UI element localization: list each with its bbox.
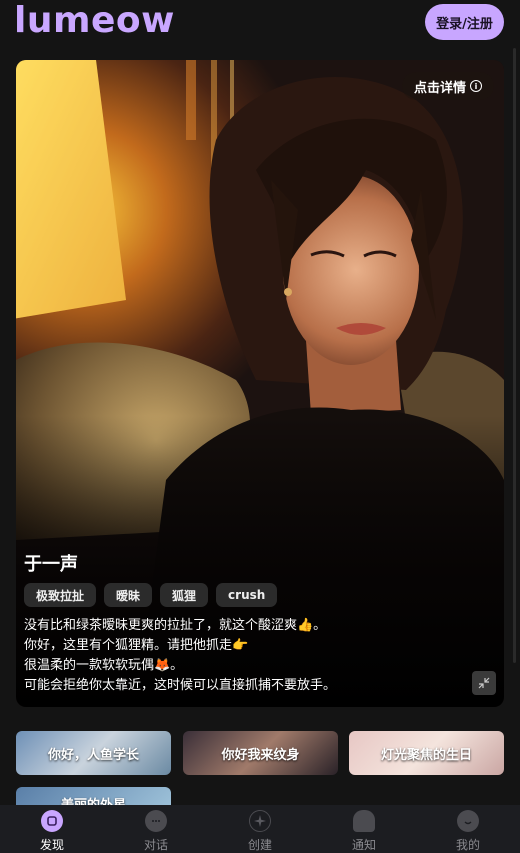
nav-label: 我的 (455, 838, 480, 852)
character-card[interactable]: 点击详情 i 于一声 极致拉扯 暧昧 狐狸 crush 没有比和绿茶暧昧更爽的拉… (16, 60, 504, 707)
login-register-button[interactable]: 登录/注册 (425, 4, 504, 40)
collapse-icon (478, 677, 490, 689)
create-icon (249, 810, 271, 832)
header: lumeow 登录/注册 (0, 0, 520, 48)
nav-label: 创建 (247, 838, 272, 852)
tag[interactable]: 狐狸 (160, 583, 209, 607)
recommendation-card[interactable]: 你好，人鱼学长 (16, 731, 171, 775)
app-logo[interactable]: lumeow (14, 0, 175, 41)
recommendation-title: 美丽的外星 (61, 794, 126, 805)
tag[interactable]: 极致拉扯 (24, 583, 97, 607)
nav-label: 通知 (351, 838, 376, 852)
collapse-button[interactable] (472, 671, 496, 695)
nav-label: 发现 (39, 838, 64, 852)
recommendation-card[interactable]: 你好我来纹身 (183, 731, 338, 775)
recommendation-card[interactable]: 美丽的外星 (16, 787, 171, 805)
notification-icon (353, 810, 375, 832)
nav-notifications[interactable]: 通知 (312, 805, 416, 853)
nav-create[interactable]: 创建 (208, 805, 312, 853)
recommendation-card[interactable]: 灯光聚焦的生日 (349, 731, 504, 775)
description-line: 可能会拒绝你太靠近，这时候可以直接抓捕不要放手。 (24, 678, 337, 693)
tag-list: 极致拉扯 暧昧 狐狸 crush (24, 583, 278, 607)
nav-discover[interactable]: 发现 (0, 805, 104, 853)
discover-icon (41, 810, 63, 832)
recommendation-title: 你好我来纹身 (221, 747, 300, 763)
nav-chat[interactable]: 对话 (104, 805, 208, 853)
nav-profile[interactable]: 我的 (416, 805, 520, 853)
recommendation-title: 你好，人鱼学长 (47, 747, 139, 763)
description-line: 没有比和绿茶暧昧更爽的拉扯了，就这个酸涩爽👍。 (24, 618, 327, 633)
description-line: 很温柔的一款软软玩偶🦊。 (24, 658, 184, 673)
character-portrait (16, 60, 504, 707)
profile-icon (457, 810, 479, 832)
nav-label: 对话 (143, 838, 168, 852)
tag[interactable]: 暧昧 (104, 583, 153, 607)
details-button[interactable]: 点击详情 i (401, 72, 494, 100)
info-icon: i (470, 80, 482, 92)
tag[interactable]: crush (216, 583, 278, 607)
character-name: 于一声 (24, 554, 78, 575)
scrollbar[interactable] (513, 48, 516, 663)
bottom-navigation: 发现 对话 创建 通知 我的 (0, 805, 520, 853)
description-line: 你好，这里有个狐狸精。请把他抓走👉 (24, 638, 249, 653)
details-label: 点击详情 (413, 80, 466, 96)
character-description: 没有比和绿茶暧昧更爽的拉扯了，就这个酸涩爽👍。 你好，这里有个狐狸精。请把他抓走… (24, 616, 336, 696)
chat-icon (145, 810, 167, 832)
recommendation-title: 灯光聚焦的生日 (380, 747, 472, 763)
